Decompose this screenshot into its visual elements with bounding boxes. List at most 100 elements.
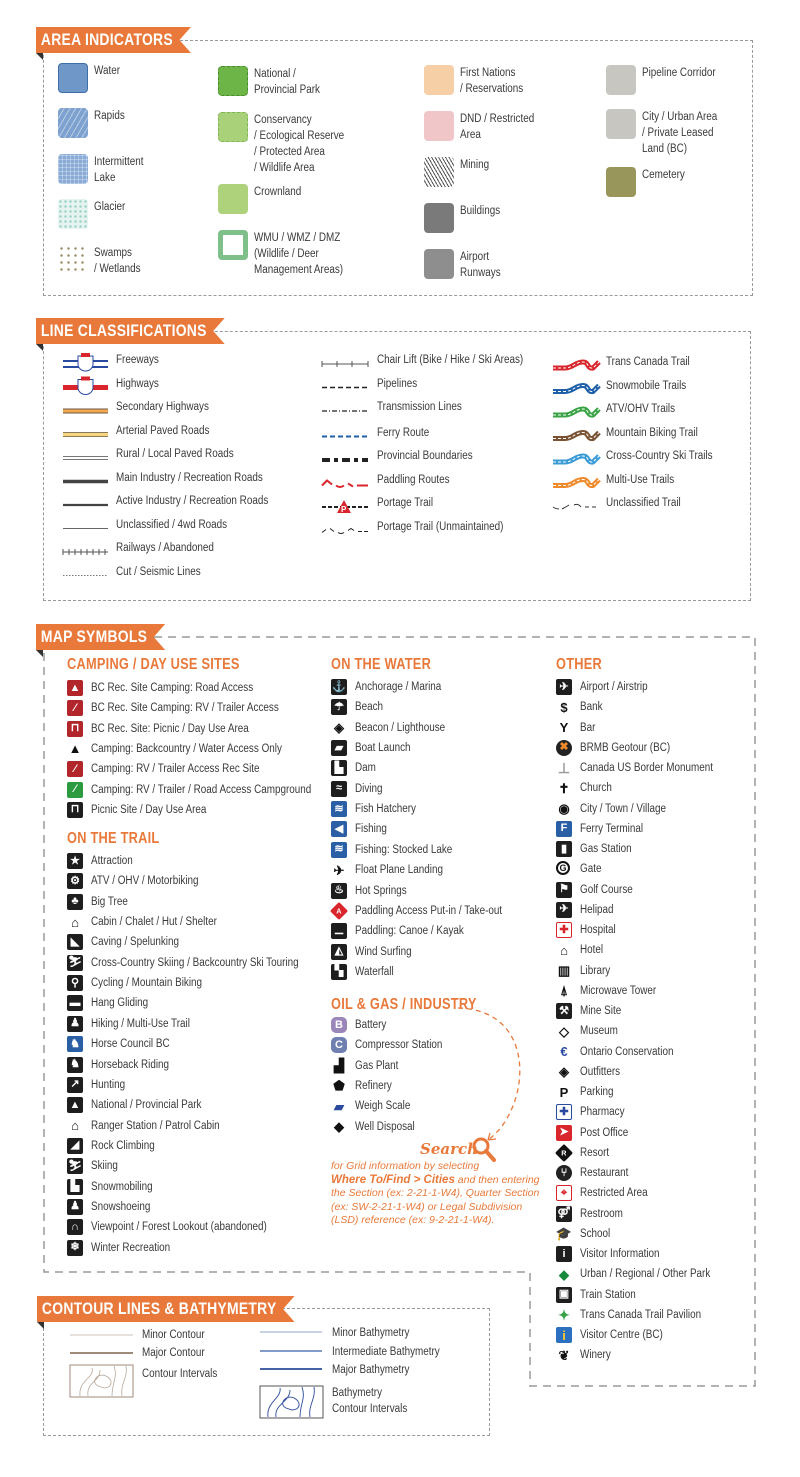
symbol-label: Anchorage / Marina bbox=[355, 681, 442, 693]
cocktail-icon: Y bbox=[556, 720, 572, 736]
rv-tent-icon: ⁄ bbox=[67, 781, 83, 798]
symbol-label: Church bbox=[580, 782, 612, 795]
ferry-terminal-icon: F bbox=[556, 820, 572, 837]
glyph: ⌂ bbox=[71, 1118, 79, 1134]
symbol-label: Well Disposal bbox=[355, 1120, 415, 1133]
symbol-label: Waterfall bbox=[355, 965, 394, 978]
ontario-conservation-icon: € bbox=[556, 1044, 572, 1060]
symbol-label: Visitor Centre (BC) bbox=[580, 1329, 663, 1341]
glyph: ⚙ bbox=[70, 874, 80, 887]
glyph: ⁄ bbox=[74, 762, 76, 775]
pentagon-icon: ⬟ bbox=[331, 1078, 347, 1094]
city-dot-icon: ◉ bbox=[556, 801, 572, 817]
diver-icon: ≈ bbox=[331, 780, 347, 797]
symbol-label: Restricted Area bbox=[580, 1187, 648, 1200]
symbol-label: Airport / Airstrip bbox=[580, 681, 648, 693]
symbol-label: Battery bbox=[355, 1019, 387, 1031]
glyph: ≋ bbox=[334, 802, 344, 815]
symbol-label: Paddling Access Put-in / Take-out bbox=[355, 904, 503, 917]
other-heading: OTHER bbox=[556, 656, 602, 673]
trail-heading: ON THE TRAIL bbox=[67, 830, 160, 847]
contour-line-samples bbox=[69, 1331, 324, 1419]
glyph: G bbox=[559, 862, 567, 873]
contour-label: Minor Contour bbox=[142, 1329, 205, 1341]
monument-icon: ⊥ bbox=[556, 760, 572, 776]
tent-icon: ▲ bbox=[67, 680, 83, 696]
atv-icon: ⚙ bbox=[67, 873, 83, 890]
restricted-icon: ⌖ bbox=[556, 1185, 572, 1202]
glyph: ♨ bbox=[334, 884, 344, 896]
glyph: ▟ bbox=[334, 1058, 344, 1074]
truck-scale-icon: ▰ bbox=[331, 1098, 347, 1114]
symbol-label: Cabin / Chalet / Hut / Shelter bbox=[91, 916, 217, 929]
caving-icon: ◣ bbox=[67, 934, 83, 951]
pharmacy-cross-icon: ✚ bbox=[556, 1104, 572, 1121]
symbol-label: Hunting bbox=[91, 1078, 126, 1091]
symbol-label: Camping: RV / Trailer / Road Access Camp… bbox=[91, 783, 312, 796]
glyph: ❦ bbox=[558, 1347, 570, 1363]
contour-intervals-sample bbox=[69, 1364, 134, 1398]
symbol-label: Bar bbox=[580, 721, 596, 734]
tower-icon: ⍋ bbox=[556, 983, 572, 999]
grapes-icon: ❦ bbox=[556, 1347, 572, 1363]
glyph: F bbox=[560, 822, 568, 835]
dam-icon: ▙ bbox=[331, 760, 347, 777]
glyph: ✦ bbox=[558, 1306, 570, 1323]
glyph: $ bbox=[560, 699, 568, 715]
glyph: ➤ bbox=[559, 1126, 569, 1138]
glyph: ◈ bbox=[559, 1064, 569, 1080]
symbol-label: Boat Launch bbox=[355, 742, 411, 755]
glyph: ✚ bbox=[559, 1105, 569, 1118]
fish-hatchery-icon: ≋ bbox=[331, 801, 347, 818]
climber-icon: ◢ bbox=[67, 1137, 83, 1154]
outfitters-icon: ◈ bbox=[556, 1064, 572, 1080]
symbol-label: BC Rec. Site: Picnic / Day Use Area bbox=[91, 722, 249, 735]
bathymetry-intervals-sample bbox=[259, 1385, 324, 1419]
symbol-label: Compressor Station bbox=[355, 1039, 443, 1052]
glyph: ✈ bbox=[559, 680, 569, 693]
glyph: ♟ bbox=[70, 1200, 80, 1213]
glyph: ⊓ bbox=[70, 722, 80, 735]
symbol-label: Bank bbox=[580, 701, 603, 714]
symbol-label: Hotel bbox=[580, 944, 604, 957]
battery-b-icon: B bbox=[331, 1017, 347, 1033]
glyph: ≋ bbox=[334, 843, 344, 856]
glyph: ▰ bbox=[334, 741, 344, 754]
symbol-label: Fishing bbox=[355, 823, 387, 836]
glyph: ▙ bbox=[334, 761, 344, 774]
bathymetry-label: Intermediate Bathymetry bbox=[332, 1346, 440, 1358]
symbol-label: Attraction bbox=[91, 855, 133, 867]
glyph: ✈ bbox=[559, 903, 569, 916]
glyph: 🎓 bbox=[555, 1226, 573, 1242]
symbol-label: National / Provincial Park bbox=[91, 1099, 202, 1112]
compressor-c-icon: C bbox=[331, 1037, 347, 1054]
post-office-icon: ➤ bbox=[556, 1124, 572, 1141]
glyph: R bbox=[561, 1148, 567, 1157]
symbol-label: Skiing bbox=[91, 1160, 118, 1173]
glyph: ◇ bbox=[559, 1023, 569, 1039]
glyph: ⬟ bbox=[333, 1078, 345, 1094]
symbol-label: Urban / Regional / Other Park bbox=[580, 1268, 711, 1281]
symbol-label: Horse Council BC bbox=[91, 1038, 170, 1051]
ranger-cabin-icon: ⌂ bbox=[67, 1118, 83, 1134]
airplane-icon: ✈ bbox=[556, 679, 572, 695]
fish-icon: ◀ bbox=[331, 821, 347, 838]
glyph: ⛷ bbox=[68, 1159, 82, 1172]
symbol-label: Caving / Spelunking bbox=[91, 936, 179, 949]
beacon-icon: ◈ bbox=[331, 720, 347, 736]
glyph: ◭ bbox=[334, 945, 344, 958]
tct-pavilion-icon: ✦ bbox=[556, 1307, 572, 1323]
train-icon: ▣ bbox=[556, 1286, 572, 1303]
glyph: A bbox=[336, 906, 342, 915]
glyph: ☂ bbox=[334, 700, 344, 713]
symbol-label: Pharmacy bbox=[580, 1106, 625, 1119]
glyph: ▮ bbox=[560, 842, 568, 855]
picnic-table-icon: ⊓ bbox=[67, 801, 83, 818]
church-icon: ✝ bbox=[556, 780, 572, 796]
symbol-label: Snowmobiling bbox=[91, 1180, 153, 1193]
diamond-outline-icon: ◇ bbox=[556, 1023, 572, 1039]
waterfall-icon: ▚ bbox=[331, 963, 347, 980]
info-i-icon: i bbox=[556, 1246, 572, 1262]
glyph: i bbox=[562, 1247, 566, 1260]
symbol-label: Mine Site bbox=[580, 1005, 622, 1017]
